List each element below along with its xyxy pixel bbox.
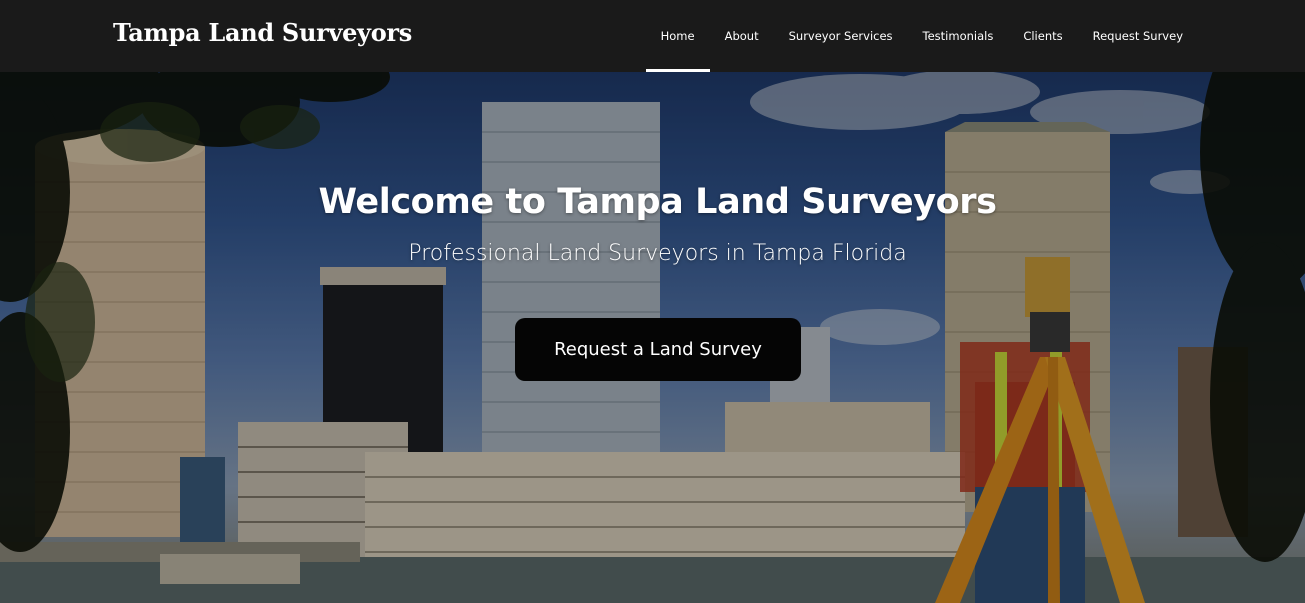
nav-item-testimonials[interactable]: Testimonials bbox=[908, 0, 1009, 72]
hero-subtitle: Professional Land Surveyors in Tampa Flo… bbox=[408, 241, 907, 266]
site-header: Tampa Land Surveyors Home About Surveyor… bbox=[0, 0, 1305, 72]
site-logo[interactable]: Tampa Land Surveyors bbox=[113, 18, 412, 47]
nav-item-clients[interactable]: Clients bbox=[1008, 0, 1077, 72]
request-land-survey-button[interactable]: Request a Land Survey bbox=[515, 318, 801, 381]
hero-title: Welcome to Tampa Land Surveyors bbox=[318, 182, 997, 222]
nav-item-surveyor-services[interactable]: Surveyor Services bbox=[774, 0, 908, 72]
nav-item-request-survey[interactable]: Request Survey bbox=[1078, 0, 1198, 72]
nav-item-about[interactable]: About bbox=[710, 0, 774, 72]
nav-item-home[interactable]: Home bbox=[645, 0, 710, 72]
hero-section: Welcome to Tampa Land Surveyors Professi… bbox=[0, 72, 1305, 603]
main-nav: Home About Surveyor Services Testimonial… bbox=[645, 0, 1198, 72]
